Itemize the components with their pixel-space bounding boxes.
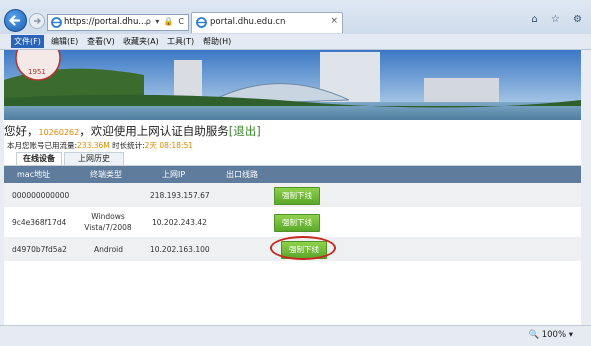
status-bar: 🔍 100% ▾	[0, 325, 591, 346]
usage-line: 本月您账号已用流量:233.36M 时长统计:2天 08:18:51	[7, 140, 193, 151]
menu-favorites[interactable]: 收藏夹(A)	[123, 36, 159, 47]
menu-view[interactable]: 查看(V)	[87, 36, 115, 47]
header-mac: mac地址	[17, 170, 51, 179]
zoom-control[interactable]: 🔍 100% ▾	[528, 330, 573, 340]
greeting-welcome: ，欢迎使用上网认证自助服务	[79, 124, 229, 138]
cell-ip: 10.202.243.42	[152, 218, 207, 227]
home-favorites-settings-icons[interactable]: ⌂ ☆ ⚙	[531, 14, 587, 25]
ie-logo-icon	[196, 17, 207, 28]
cell-ip: 10.202.163.100	[150, 245, 210, 254]
ie-logo-icon	[51, 17, 62, 28]
menu-file[interactable]: 文件(F)	[11, 35, 44, 48]
cell-mac: 9c4e368f17d4	[12, 218, 67, 227]
header-ip: 上网IP	[162, 170, 186, 179]
browser-titlebar: https://portal.dhu.... ρ ▾ 🔒 C portal.dh…	[0, 0, 591, 34]
tab-online-devices[interactable]: 在线设备	[16, 152, 62, 165]
address-bar[interactable]: https://portal.dhu.... ρ ▾ 🔒 C	[47, 14, 189, 31]
menu-edit[interactable]: 编辑(E)	[51, 36, 78, 47]
time-label: 时长统计:	[109, 141, 145, 150]
logout-link[interactable]: [退出]	[229, 124, 261, 138]
account-id: 10260262	[38, 128, 80, 137]
cell-device-type: Android	[94, 245, 123, 254]
arrow-right-icon	[34, 18, 41, 24]
forward-button[interactable]	[29, 13, 45, 29]
greeting-hello: 您好，	[4, 124, 39, 138]
tab-title: portal.dhu.edu.cn	[210, 17, 286, 27]
table-row: 9c4e368f17d4 Windows Vista/7/2008 10.202…	[4, 207, 581, 237]
stamp-year: 1951	[28, 68, 46, 76]
cell-mac: 000000000000	[12, 191, 70, 200]
traffic-label: 本月您账号已用流量:	[7, 141, 78, 150]
tab-internet-history[interactable]: 上网历史	[64, 152, 124, 165]
table-row: 000000000000 218.193.157.67 强制下线	[4, 183, 581, 207]
close-icon[interactable]: ×	[330, 16, 338, 26]
header-device-type: 终端类型	[90, 170, 122, 179]
menu-bar: 文件(F) 编辑(E) 查看(V) 收藏夹(A) 工具(T) 帮助(H)	[0, 34, 591, 50]
menu-help[interactable]: 帮助(H)	[203, 36, 231, 47]
portal-page: 1951 您好，10260262，欢迎使用上网认证自助服务[退出] 本月您账号已…	[4, 50, 581, 325]
cell-ip: 218.193.157.67	[150, 191, 210, 200]
address-url: https://portal.dhu....	[64, 17, 150, 27]
browser-tab[interactable]: portal.dhu.edu.cn ×	[191, 12, 343, 33]
cell-mac: d4970b7fd5a2	[12, 245, 67, 254]
campus-photo: 1951	[4, 50, 581, 120]
time-value: 2天 08:18:51	[144, 141, 194, 150]
address-bar-icons[interactable]: ρ ▾ 🔒 C	[146, 17, 185, 26]
traffic-value: 233.36M	[77, 141, 110, 150]
menu-tools[interactable]: 工具(T)	[167, 36, 194, 47]
highlight-circle	[270, 236, 336, 260]
header-exit-line: 出口线路	[226, 170, 258, 179]
greeting-line: 您好，10260262，欢迎使用上网认证自助服务[退出]	[4, 123, 261, 139]
content-tabs: 在线设备 上网历史	[4, 152, 581, 166]
arrow-left-icon	[8, 15, 21, 26]
table-header: mac地址 终端类型 上网IP 出口线路	[4, 166, 581, 183]
cell-device-type: Windows Vista/7/2008	[84, 212, 132, 232]
campus-banner: 1951	[4, 50, 581, 120]
force-offline-button[interactable]: 强制下线	[274, 214, 320, 232]
back-button[interactable]	[4, 9, 27, 32]
force-offline-button[interactable]: 强制下线	[274, 187, 320, 205]
